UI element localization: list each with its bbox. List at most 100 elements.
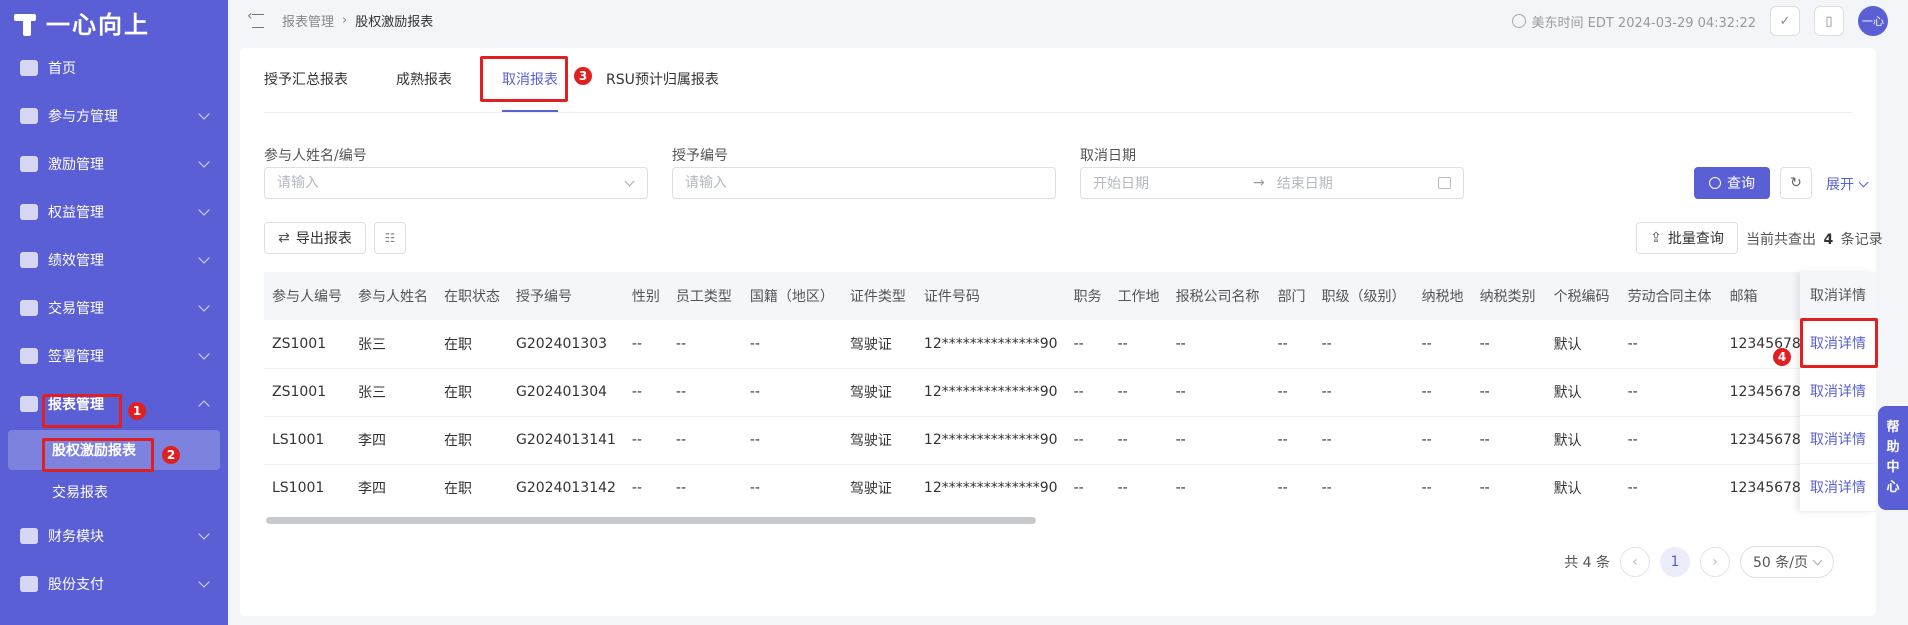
cancel-detail-link[interactable]: 取消详情 [1800, 464, 1876, 512]
table-cell: -- [1313, 320, 1414, 369]
sidebar-item-label: 财务模块 [48, 529, 104, 545]
table-cell: -- [1065, 368, 1110, 417]
table-cell: 在职 [436, 416, 508, 465]
table-cell: -- [1065, 320, 1110, 369]
record-count-value: 4 [1823, 232, 1834, 248]
help-center-button[interactable]: 帮 助 中 心 [1878, 406, 1908, 510]
range-arrow-icon: → [1253, 175, 1265, 191]
table-cell: -- [1471, 320, 1546, 369]
help-char: 中 [1886, 460, 1900, 475]
horizontal-scrollbar[interactable] [264, 516, 1876, 524]
batch-query-label: 批量查询 [1667, 231, 1724, 247]
table-cell: 在职 [436, 368, 508, 417]
table-cell: -- [1167, 464, 1270, 512]
sidebar-item-sign[interactable]: 签署管理 [0, 332, 228, 380]
sidebar-item-share-payment[interactable]: 股份支付 [0, 560, 228, 608]
next-page-button[interactable]: › [1700, 547, 1730, 577]
sidebar-item-trade[interactable]: 交易管理 [0, 284, 228, 332]
table-cell: 李四 [350, 464, 436, 512]
sidebar-subitem-equity-incentive-report[interactable]: 股权激励报表 [8, 430, 220, 470]
main-card: 授予汇总报表 成熟报表 取消报表 RSU预计归属报表 参与人姓名/编号 授予编号… [240, 48, 1883, 616]
sidebar-item-label: 交易管理 [48, 301, 104, 317]
table-cell: -- [1619, 464, 1722, 512]
document-button[interactable]: ▯ [1814, 6, 1844, 36]
cancel-date-range[interactable]: 开始日期 → 结束日期 [1080, 167, 1464, 199]
task-button[interactable]: ✓ [1770, 6, 1800, 36]
table-cell: -- [1471, 368, 1546, 417]
table-cell: 驾驶证 [841, 464, 916, 512]
record-prefix: 当前共查出 [1746, 232, 1816, 248]
table-cell: -- [1167, 416, 1270, 465]
sidebar-item-performance[interactable]: 绩效管理 [0, 236, 228, 284]
participant-input[interactable] [264, 167, 648, 199]
logo-mark-icon [12, 8, 42, 36]
table-cell: 12**************90 [915, 368, 1066, 417]
grant-no-input[interactable] [672, 167, 1056, 199]
sidebar-subitem-trade-report[interactable]: 交易报表 [0, 472, 228, 512]
prev-page-button[interactable]: ‹ [1620, 547, 1650, 577]
reset-button[interactable]: ↻ [1780, 167, 1812, 199]
column-settings-button[interactable]: ☷ [374, 222, 406, 254]
table-cell: -- [1413, 368, 1472, 417]
participant-label: 参与人姓名/编号 [264, 148, 367, 164]
refresh-icon: ↻ [1790, 175, 1802, 191]
start-date-field[interactable]: 开始日期 [1093, 173, 1253, 193]
column-header: 工作地 [1109, 272, 1168, 320]
table-cell: -- [1619, 416, 1722, 465]
column-header: 职务 [1065, 272, 1110, 320]
users-icon [20, 108, 38, 124]
table-cell: -- [667, 416, 742, 465]
breadcrumb: 报表管理 › 股权激励报表 [282, 11, 433, 30]
sidebar: 一心向上 首页 参与方管理 激励管理 权益管理 绩效管理 交易管理 签署管理 报… [0, 0, 228, 625]
table-cell: 12**************90 [915, 416, 1066, 465]
sidebar-item-label: 签署管理 [48, 349, 104, 365]
table-cell: -- [667, 368, 742, 417]
batch-query-button[interactable]: ⇪ 批量查询 [1636, 222, 1738, 254]
logo-text: 一心向上 [46, 10, 150, 39]
end-date-field[interactable]: 结束日期 [1277, 173, 1333, 193]
table-cell: -- [1065, 416, 1110, 465]
tab-cancellation[interactable]: 取消报表 [502, 48, 558, 112]
cancel-detail-link[interactable]: 取消详情 [1800, 416, 1876, 464]
tab-vesting[interactable]: 成熟报表 [396, 48, 452, 112]
page-number[interactable]: 1 [1660, 547, 1690, 577]
table-cell: -- [1313, 416, 1414, 465]
top-bar: 报表管理 › 股权激励报表 美东时间 EDT 2024-03-29 04:32:… [228, 0, 1908, 40]
sidebar-item-participants[interactable]: 参与方管理 [0, 92, 228, 140]
collapse-menu-icon[interactable] [247, 8, 264, 28]
sidebar-item-finance[interactable]: 财务模块 [0, 512, 228, 560]
step-badge: 1 [128, 402, 146, 420]
task-icon: ✓ [1779, 13, 1791, 29]
table-cell: 驾驶证 [841, 320, 916, 369]
table-cell: 默认 [1545, 320, 1620, 369]
table-cell: -- [741, 368, 842, 417]
table-cell: -- [1269, 320, 1314, 369]
tab-rsu-forecast[interactable]: RSU预计归属报表 [606, 48, 719, 112]
export-button[interactable]: ⇄ 导出报表 [264, 222, 366, 254]
sidebar-item-equity[interactable]: 权益管理 [0, 188, 228, 236]
cancel-detail-link[interactable]: 取消详情 [1800, 320, 1876, 368]
search-icon [1709, 177, 1721, 189]
avatar[interactable]: 一心 [1858, 6, 1888, 36]
detail-column-header: 取消详情 [1800, 272, 1876, 320]
table-cell: -- [1619, 320, 1722, 369]
query-button[interactable]: 查询 [1694, 167, 1770, 199]
sidebar-item-reports[interactable]: 报表管理 [0, 380, 228, 428]
tab-grant-summary[interactable]: 授予汇总报表 [264, 48, 348, 112]
breadcrumb-parent[interactable]: 报表管理 [282, 11, 334, 30]
column-header: 证件号码 [915, 272, 1066, 320]
table-cell: -- [667, 464, 742, 512]
page-size-select[interactable]: 50 条/页 [1740, 546, 1834, 578]
home-icon [20, 60, 38, 76]
sidebar-item-incentive[interactable]: 激励管理 [0, 140, 228, 188]
sidebar-item-home[interactable]: 首页 [0, 44, 228, 92]
expand-button[interactable]: 展开 [1826, 174, 1869, 194]
table-cell: -- [1471, 464, 1546, 512]
table-row: ZS1001 张三 在职 G202401303 -- -- -- 驾驶证 12*********… [264, 320, 1841, 369]
table-cell: -- [623, 320, 668, 369]
cancel-detail-link[interactable]: 取消详情 [1800, 368, 1876, 416]
table-cell: -- [623, 368, 668, 417]
chevron-down-icon [198, 252, 210, 264]
column-header: 纳税类别 [1471, 272, 1546, 320]
scrollbar-thumb[interactable] [266, 517, 1036, 524]
